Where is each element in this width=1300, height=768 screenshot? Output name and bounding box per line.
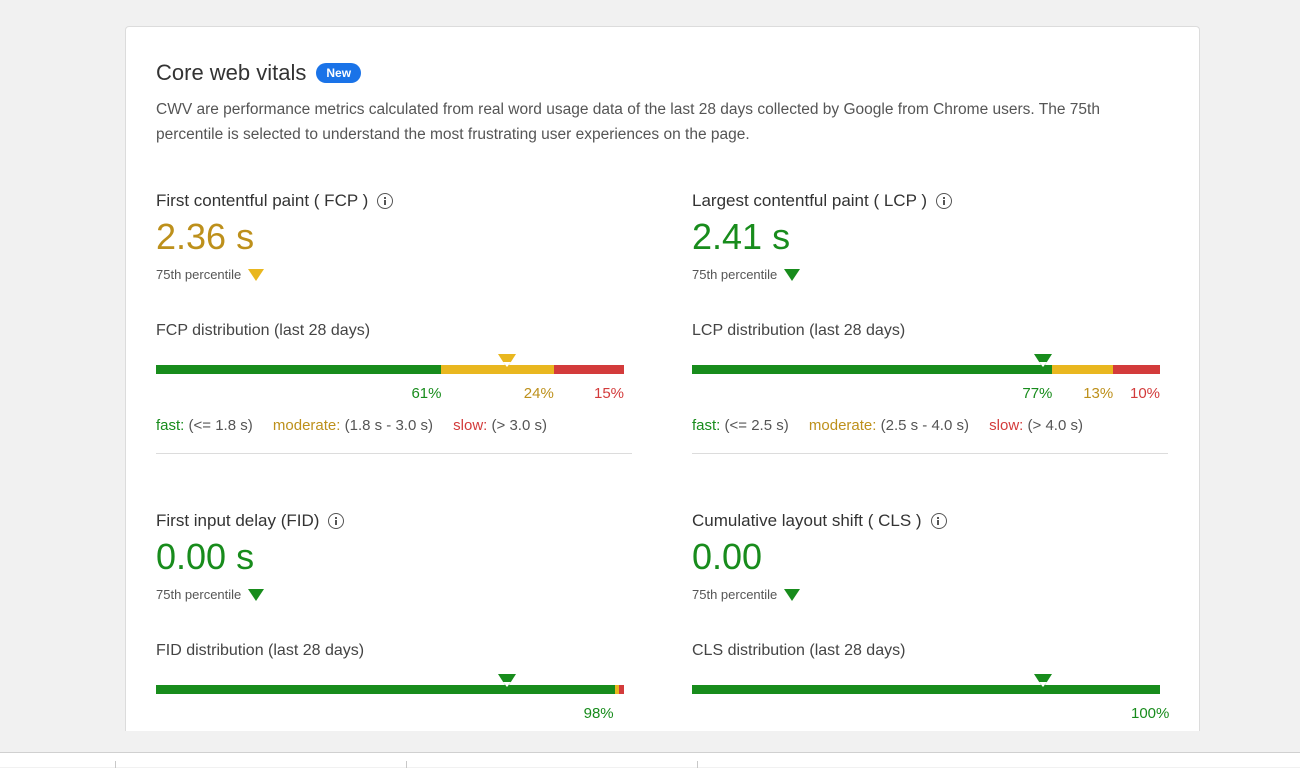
- divider: [692, 453, 1168, 454]
- moderate-percent: 13%: [1083, 385, 1114, 402]
- triangle-down-icon: [784, 588, 801, 601]
- core-web-vitals-card: Core web vitals New CWV are performance …: [125, 26, 1200, 731]
- percentile-marker-icon: [498, 354, 516, 368]
- percentile-label: 75th percentile: [156, 267, 242, 282]
- triangle-down-icon: [248, 268, 265, 281]
- distribution-title: FCP distribution (last 28 days): [156, 322, 371, 339]
- percentile-marker-icon: [1034, 354, 1052, 368]
- fast-percent: 61%: [411, 385, 442, 402]
- legend-slow-label: slow:: [989, 417, 1024, 434]
- slow-percent: 10%: [1130, 385, 1161, 402]
- distribution-bar: [692, 365, 1160, 374]
- distribution-title: LCP distribution (last 28 days): [692, 322, 906, 339]
- info-icon[interactable]: [936, 193, 952, 209]
- bottom-panel-edge: [0, 752, 1300, 768]
- distribution-legend: fast: (<= 2.5 s) moderate: (2.5 s - 4.0 …: [692, 417, 1083, 434]
- slow-percent: 15%: [594, 385, 625, 402]
- metric-cls: Cumulative layout shift ( CLS ) 0.00 75t…: [692, 509, 1170, 731]
- bar-segment-fast: [692, 365, 1053, 374]
- metric-value: 0.00 s: [156, 536, 255, 577]
- percentile-marker-icon: [1034, 674, 1052, 688]
- metric-title: First contentful paint ( FCP ): [156, 189, 634, 213]
- triangle-down-icon: [784, 268, 801, 281]
- legend-slow-label: slow:: [453, 417, 488, 434]
- percentile-indicator: 75th percentile: [692, 587, 801, 602]
- moderate-percent: 24%: [523, 385, 554, 402]
- bar-segment-slow: [1113, 365, 1160, 374]
- fast-percent: 98%: [583, 705, 614, 722]
- distribution-title: CLS distribution (last 28 days): [692, 642, 906, 659]
- metric-title: Cumulative layout shift ( CLS ): [692, 509, 1170, 533]
- metric-title-label: First contentful paint ( FCP ): [156, 191, 369, 210]
- fast-percent: 100%: [1131, 705, 1170, 722]
- metric-title: Largest contentful paint ( LCP ): [692, 189, 1170, 213]
- card-description: CWV are performance metrics calculated f…: [156, 101, 1100, 143]
- metric-lcp: Largest contentful paint ( LCP ) 2.41 s …: [692, 189, 1170, 469]
- legend-slow-range: (> 3.0 s): [491, 417, 547, 434]
- percentile-label: 75th percentile: [692, 267, 778, 282]
- new-badge: New: [316, 63, 362, 83]
- card-header: Core web vitals New: [156, 60, 362, 86]
- legend-moderate-range: (1.8 s - 3.0 s): [344, 417, 433, 434]
- percentile-indicator: 75th percentile: [156, 587, 265, 602]
- info-icon[interactable]: [377, 193, 394, 209]
- legend-fast-label: fast:: [156, 417, 185, 434]
- distribution-title: FID distribution (last 28 days): [156, 642, 365, 659]
- percentile-indicator: 75th percentile: [692, 267, 801, 282]
- metric-title-label: First input delay (FID): [156, 511, 320, 530]
- fast-percent: 77%: [1022, 385, 1053, 402]
- percentile-label: 75th percentile: [156, 587, 242, 602]
- legend-fast-label: fast:: [692, 417, 721, 434]
- distribution-bar: [156, 365, 624, 374]
- percentile-marker-icon: [498, 674, 516, 688]
- distribution-bar: [692, 685, 1160, 694]
- metric-title: First input delay (FID): [156, 509, 634, 533]
- legend-slow-range: (> 4.0 s): [1027, 417, 1083, 434]
- metric-value: 2.41 s: [692, 216, 791, 257]
- percentile-label: 75th percentile: [692, 587, 778, 602]
- bar-segment-slow: [553, 365, 624, 374]
- metric-title-label: Largest contentful paint ( LCP ): [692, 191, 927, 210]
- bar-segment-fast: [692, 685, 1160, 694]
- metric-fid: First input delay (FID) 0.00 s 75th perc…: [156, 509, 634, 731]
- bar-segment-moderate: [1052, 365, 1114, 374]
- legend-moderate-label: moderate:: [272, 417, 341, 434]
- legend-moderate-label: moderate:: [808, 417, 877, 434]
- distribution-legend: fast: (<= 1.8 s) moderate: (1.8 s - 3.0 …: [156, 417, 547, 434]
- metric-value: 0.00: [692, 536, 763, 577]
- bar-segment-fast: [156, 685, 615, 694]
- legend-fast-range: (<= 2.5 s): [724, 417, 789, 434]
- percentile-indicator: 75th percentile: [156, 267, 265, 282]
- bar-segment-fast: [156, 365, 442, 374]
- metric-fcp: First contentful paint ( FCP ) 2.36 s 75…: [156, 189, 634, 469]
- card-title: Core web vitals: [156, 60, 307, 85]
- legend-fast-range: (<= 1.8 s): [188, 417, 253, 434]
- metric-title-label: Cumulative layout shift ( CLS ): [692, 511, 922, 530]
- info-icon[interactable]: [328, 513, 345, 529]
- divider: [156, 453, 632, 454]
- triangle-down-icon: [248, 588, 265, 601]
- distribution-bar: [156, 685, 624, 694]
- legend-moderate-range: (2.5 s - 4.0 s): [880, 417, 969, 434]
- metric-value: 2.36 s: [156, 216, 255, 257]
- info-icon[interactable]: [930, 513, 947, 529]
- bar-segment-slow: [619, 685, 624, 694]
